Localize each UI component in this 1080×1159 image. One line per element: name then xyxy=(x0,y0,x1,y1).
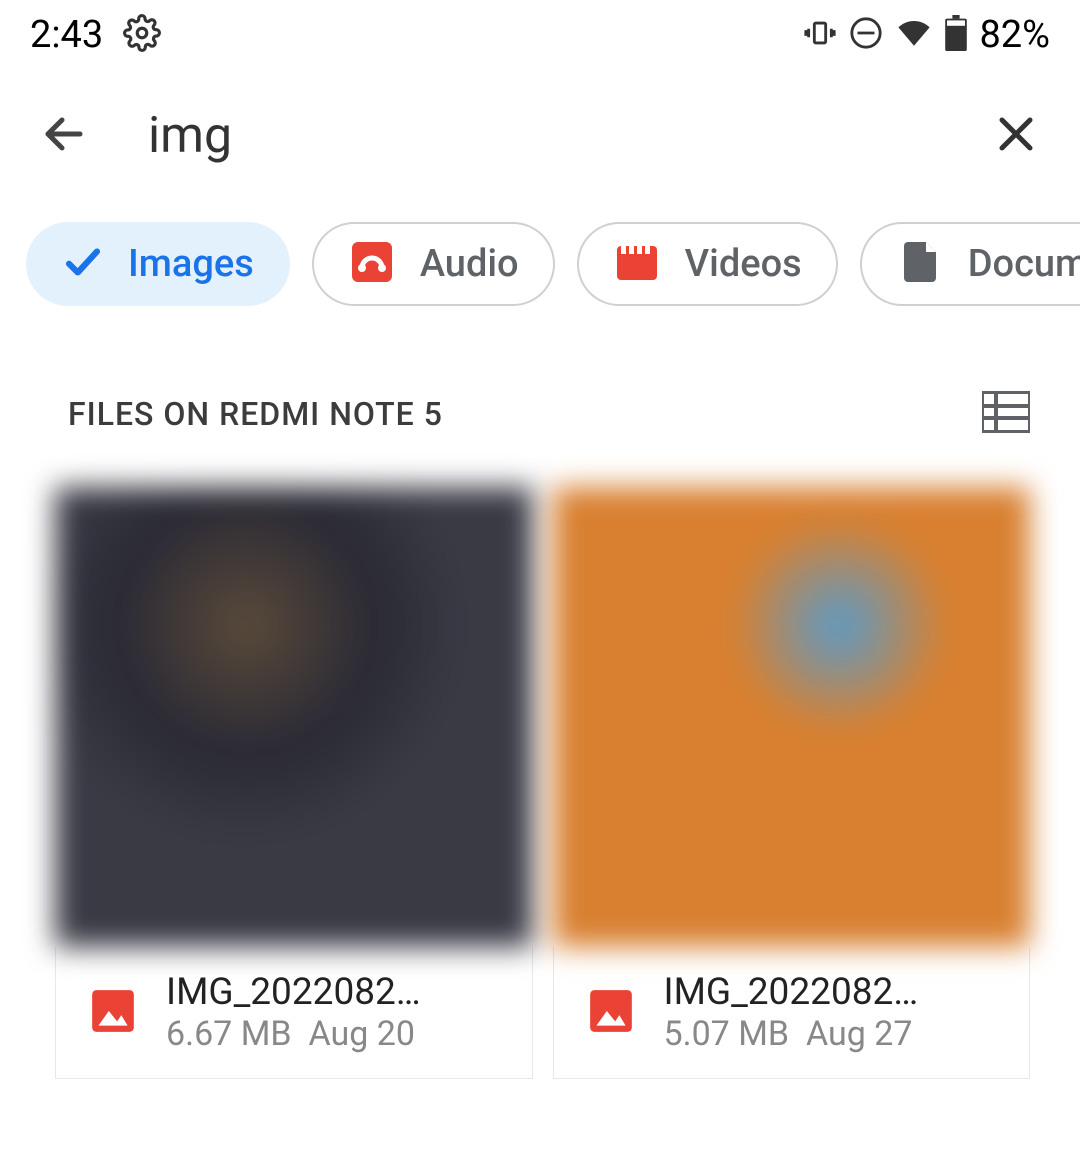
back-button[interactable] xyxy=(30,100,98,172)
clear-button[interactable] xyxy=(982,100,1050,172)
file-texts: IMG_2022082… 6.67 MB Aug 20 xyxy=(166,971,512,1054)
chip-label: Videos xyxy=(685,242,802,286)
gear-icon xyxy=(123,14,161,56)
search-input[interactable] xyxy=(148,107,932,165)
file-name: IMG_2022082… xyxy=(664,971,1010,1014)
chip-videos[interactable]: Videos xyxy=(577,222,838,306)
file-thumbnail xyxy=(55,487,533,947)
vibrate-icon xyxy=(803,16,837,54)
section-header: FILES ON REDMI NOTE 5 xyxy=(0,336,1080,467)
file-meta: 5.07 MB Aug 27 xyxy=(664,1014,1010,1054)
files-grid: IMG_2022082… 6.67 MB Aug 20 IMG_2022082…… xyxy=(0,467,1080,1079)
section-title: FILES ON REDMI NOTE 5 xyxy=(68,395,443,433)
file-name: IMG_2022082… xyxy=(166,971,512,1014)
list-view-toggle[interactable] xyxy=(982,391,1030,437)
battery-percent: 82% xyxy=(979,13,1050,57)
file-thumbnail xyxy=(553,487,1031,947)
image-icon xyxy=(586,986,636,1040)
filter-chips[interactable]: Images Audio Videos Documents xyxy=(0,212,1080,336)
chip-documents[interactable]: Documents xyxy=(860,222,1080,306)
chip-label: Documents xyxy=(968,242,1080,286)
status-right: 82% xyxy=(803,13,1050,57)
chip-label: Images xyxy=(128,242,254,286)
file-texts: IMG_2022082… 5.07 MB Aug 27 xyxy=(664,971,1010,1054)
dnd-icon xyxy=(849,16,883,54)
status-bar: 2:43 82% xyxy=(0,0,1080,70)
file-meta: 6.67 MB Aug 20 xyxy=(166,1014,512,1054)
status-time: 2:43 xyxy=(30,13,103,57)
check-icon xyxy=(62,241,104,287)
file-info: IMG_2022082… 6.67 MB Aug 20 xyxy=(55,947,533,1079)
file-card[interactable]: IMG_2022082… 5.07 MB Aug 27 xyxy=(553,487,1031,1079)
file-info: IMG_2022082… 5.07 MB Aug 27 xyxy=(553,947,1031,1079)
chip-images[interactable]: Images xyxy=(26,222,290,306)
status-left: 2:43 xyxy=(30,13,161,57)
chip-audio[interactable]: Audio xyxy=(312,222,555,306)
battery-icon xyxy=(945,15,967,55)
audio-icon xyxy=(348,238,396,290)
search-bar xyxy=(0,70,1080,212)
document-icon xyxy=(896,238,944,290)
file-card[interactable]: IMG_2022082… 6.67 MB Aug 20 xyxy=(55,487,533,1079)
image-icon xyxy=(88,986,138,1040)
chip-label: Audio xyxy=(420,242,519,286)
video-icon xyxy=(613,238,661,290)
wifi-icon xyxy=(895,16,933,54)
